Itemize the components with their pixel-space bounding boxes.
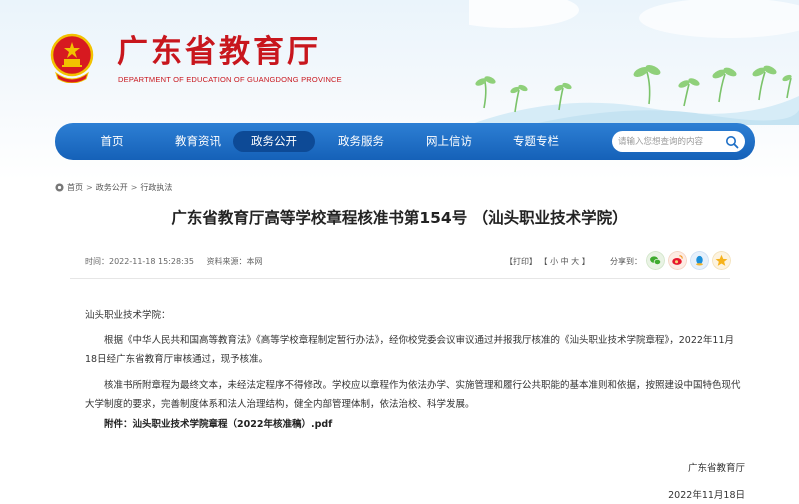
breadcrumb-government-affairs[interactable]: 政务公开: [96, 182, 128, 193]
qq-icon[interactable]: [690, 251, 709, 270]
site-subtitle: DEPARTMENT OF EDUCATION OF GUANGDONG PRO…: [118, 75, 342, 84]
publish-time: 时间：2022-11-18 15:28:35: [85, 257, 194, 266]
page-header: 广东省教育厅 DEPARTMENT OF EDUCATION OF GUANGD…: [0, 0, 799, 180]
nav-item-home[interactable]: 首页: [81, 131, 143, 152]
salutation: 汕头职业技术学院：: [85, 310, 171, 321]
search-input[interactable]: [618, 133, 723, 150]
site-title[interactable]: 广东省教育厅: [117, 32, 321, 72]
wechat-icon[interactable]: [646, 251, 665, 270]
weibo-icon[interactable]: [668, 251, 687, 270]
breadcrumb-home[interactable]: 首页: [67, 182, 83, 193]
print-button[interactable]: 【打印】: [505, 257, 537, 266]
nav-item-news[interactable]: 教育资讯: [159, 131, 237, 152]
attachment-label: 附件：: [104, 419, 133, 430]
qzone-icon[interactable]: [712, 251, 731, 270]
breadcrumb-separator: >: [86, 182, 93, 192]
share-label: 分享到：: [610, 257, 642, 266]
search-icon[interactable]: [725, 135, 739, 149]
national-emblem-icon: [50, 33, 94, 83]
nav-item-services[interactable]: 政务服务: [323, 131, 399, 152]
font-size-switcher[interactable]: 【 小 中 大 】: [540, 257, 590, 266]
article-title: 广东省教育厅高等学校章程核准书第154号 （汕头职业技术学院）: [171, 209, 628, 227]
article-source: 资料来源：本网: [206, 257, 263, 266]
article-tools: 【打印】 【 小 中 大 】: [505, 256, 590, 267]
breadcrumb-separator: >: [130, 182, 138, 192]
search-box: [612, 131, 745, 152]
paragraph-2: 核准书所附章程为最终文本，未经法定程序不得修改。学校应以章程作为依法办学、实施管…: [85, 380, 741, 410]
article-meta: 时间：2022-11-18 15:28:35 资料来源：本网: [85, 256, 273, 267]
signature: 广东省教育厅: [687, 463, 745, 474]
meta-divider: [70, 278, 730, 279]
nav-item-government-affairs[interactable]: 政务公开: [233, 131, 315, 152]
paragraph-1: 根据《中华人民共和国高等教育法》《高等学校章程制定暂行办法》，经你校党委会议审议…: [85, 335, 735, 365]
breadcrumb: 首页 > 政务公开 > 行政执法: [55, 180, 172, 194]
location-icon: [55, 182, 64, 192]
attachment-link[interactable]: 汕头职业技术学院章程（2022年核准稿）.pdf: [133, 419, 333, 430]
nav-item-petition[interactable]: 网上信访: [411, 131, 487, 152]
issue-date: 2022年11月18日: [668, 490, 745, 501]
attachment: 附件：汕头职业技术学院章程（2022年核准稿）.pdf: [85, 415, 745, 434]
main-nav: 首页 教育资讯 政务公开 政务服务 网上信访 专题专栏: [55, 123, 755, 160]
breadcrumb-administrative-enforcement[interactable]: 行政执法: [140, 182, 172, 193]
nav-item-special-topics[interactable]: 专题专栏: [498, 131, 574, 152]
header-decoration: [469, 0, 799, 125]
